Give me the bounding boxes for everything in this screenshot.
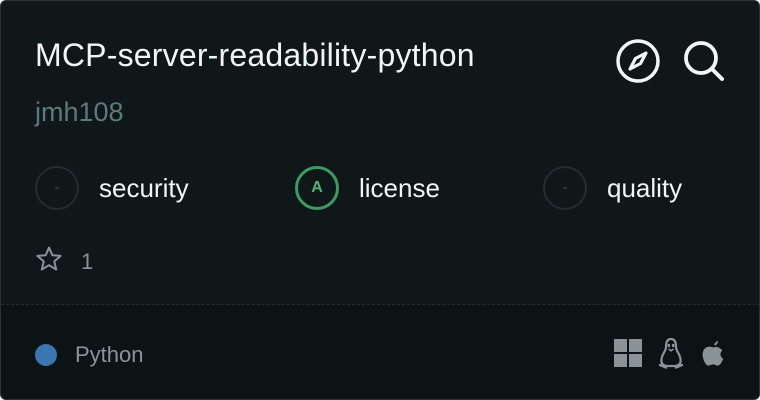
server-title[interactable]: MCP-server-readability-python: [35, 37, 475, 74]
compass-icon[interactable]: [615, 38, 661, 84]
star-icon: [35, 245, 63, 278]
license-grade-badge: A: [295, 166, 339, 210]
quality-grade-badge: -: [543, 166, 587, 210]
license-label: license: [359, 172, 440, 203]
card-footer: Python: [1, 305, 759, 399]
search-icon[interactable]: [681, 38, 727, 84]
language-indicator: Python: [35, 342, 144, 368]
license-score: A license: [295, 164, 440, 212]
quality-label: quality: [607, 172, 683, 203]
security-label: security: [99, 172, 189, 203]
linux-icon: [657, 337, 685, 374]
owner-link[interactable]: jmh108: [35, 97, 124, 128]
platform-icons: [613, 337, 727, 374]
server-card[interactable]: MCP-server-readability-python jmh108 - s…: [0, 0, 760, 400]
language-color-dot: [35, 344, 57, 366]
windows-icon: [613, 338, 643, 373]
security-grade-badge: -: [35, 166, 79, 210]
quality-score: - quality: [543, 164, 682, 212]
star-count: 1: [81, 248, 94, 274]
language-name: Python: [75, 342, 144, 367]
star-count-group: 1: [35, 245, 93, 278]
apple-icon: [699, 338, 727, 373]
security-score: - security: [35, 164, 189, 212]
